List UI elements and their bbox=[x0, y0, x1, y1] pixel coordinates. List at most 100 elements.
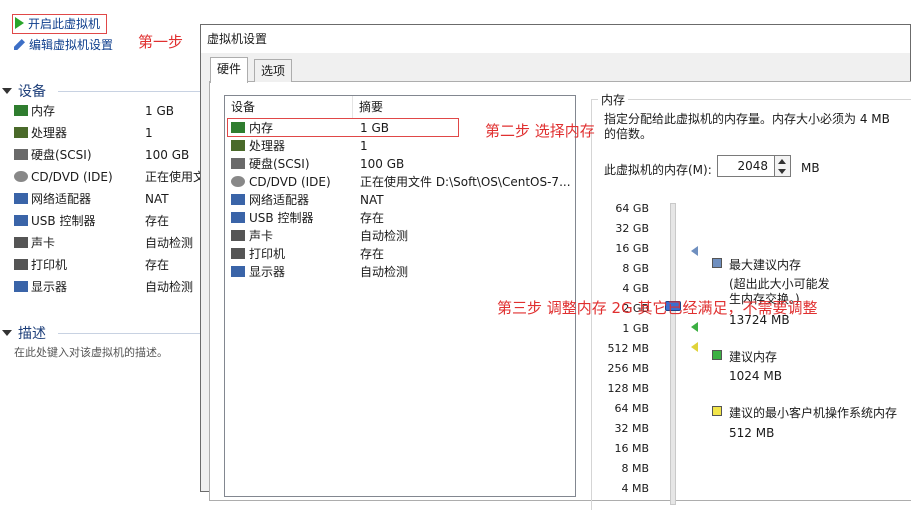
tab-options[interactable]: 选项 bbox=[254, 59, 293, 82]
scale-label: 16 MB bbox=[614, 442, 649, 455]
max-recommended-marker bbox=[691, 246, 698, 256]
vm-device-name: 内存 bbox=[31, 104, 56, 118]
cpu-icon bbox=[231, 140, 245, 151]
device-row-name: 网络适配器 bbox=[249, 193, 310, 207]
display-icon bbox=[231, 266, 245, 277]
vm-device-name: USB 控制器 bbox=[31, 214, 96, 228]
column-header-device[interactable]: 设备 bbox=[225, 96, 353, 118]
scale-label: 32 GB bbox=[615, 222, 649, 235]
guest-min-marker bbox=[691, 342, 698, 352]
scale-label: 64 GB bbox=[615, 202, 649, 215]
devices-section-header[interactable]: 设备 bbox=[2, 81, 203, 101]
play-icon bbox=[15, 17, 24, 29]
memory-slider-track[interactable] bbox=[670, 203, 676, 505]
network-icon bbox=[231, 194, 245, 205]
edit-vm-settings-link[interactable]: 编辑虚拟机设置 bbox=[14, 36, 113, 54]
power-on-vm-link[interactable]: 开启此虚拟机 bbox=[12, 14, 108, 34]
scale-label: 1 GB bbox=[622, 322, 649, 335]
vm-device-name: 显示器 bbox=[31, 280, 68, 294]
device-row-name: 声卡 bbox=[249, 229, 274, 243]
collapse-triangle-icon bbox=[2, 88, 12, 94]
vm-device-name: CD/DVD (IDE) bbox=[31, 170, 113, 184]
device-row-name: 显示器 bbox=[249, 265, 286, 279]
scale-label: 16 GB bbox=[615, 242, 649, 255]
collapse-triangle-icon bbox=[2, 330, 12, 336]
device-row[interactable]: 打印机 存在 bbox=[225, 245, 575, 263]
vm-device-row[interactable]: 内存 1 GB bbox=[14, 100, 214, 122]
spin-down-icon[interactable] bbox=[778, 169, 786, 174]
scale-label: 512 MB bbox=[607, 342, 649, 355]
device-row[interactable]: 硬盘(SCSI) 100 GB bbox=[225, 155, 575, 173]
vm-device-name: 声卡 bbox=[31, 236, 56, 250]
vm-device-row[interactable]: 声卡 自动检测 bbox=[14, 232, 214, 254]
memory-size-input[interactable]: 2048 bbox=[717, 155, 775, 177]
device-row-name: 打印机 bbox=[249, 247, 286, 261]
device-row-summary: NAT bbox=[360, 193, 384, 207]
device-row-summary: 存在 bbox=[360, 211, 385, 225]
vm-device-row[interactable]: USB 控制器 存在 bbox=[14, 210, 214, 232]
device-row[interactable]: 显示器 自动检测 bbox=[225, 263, 575, 281]
description-placeholder[interactable]: 在此处键入对该虚拟机的描述。 bbox=[14, 344, 168, 360]
recommended-value: 1024 MB bbox=[729, 369, 782, 383]
usb-icon bbox=[14, 215, 28, 226]
vm-device-row[interactable]: CD/DVD (IDE) 正在使用文件 bbox=[14, 166, 217, 188]
recommended-marker bbox=[691, 322, 698, 332]
description-section-header[interactable]: 描述 bbox=[2, 323, 203, 343]
max-recommended-swatch bbox=[712, 258, 722, 268]
guest-min-value: 512 MB bbox=[729, 426, 775, 440]
memory-unit: MB bbox=[801, 161, 820, 175]
vm-device-row[interactable]: 处理器 1 bbox=[14, 122, 214, 144]
device-row-name: USB 控制器 bbox=[249, 211, 314, 225]
vm-device-row[interactable]: 显示器 自动检测 bbox=[14, 276, 214, 298]
guest-min-label: 建议的最小客户机操作系统内存 bbox=[729, 406, 898, 420]
disk-icon bbox=[14, 149, 28, 160]
vm-device-row[interactable]: 硬盘(SCSI) 100 GB bbox=[14, 144, 214, 166]
device-row-name: 硬盘(SCSI) bbox=[249, 157, 310, 171]
scale-label: 256 MB bbox=[607, 362, 649, 375]
vm-device-name: 打印机 bbox=[31, 258, 68, 272]
disk-icon bbox=[231, 158, 245, 169]
printer-icon bbox=[231, 248, 245, 259]
device-row[interactable]: CD/DVD (IDE) 正在使用文件 D:\Soft\OS\CentOS-7..… bbox=[225, 173, 575, 191]
vm-device-name: 硬盘(SCSI) bbox=[31, 148, 92, 162]
memory-group-title: 内存 bbox=[598, 91, 629, 108]
vm-device-name: 处理器 bbox=[31, 126, 68, 140]
memory-spinner[interactable] bbox=[775, 155, 791, 177]
device-row-name: CD/DVD (IDE) bbox=[249, 175, 331, 189]
device-row[interactable]: 声卡 自动检测 bbox=[225, 227, 575, 245]
device-row[interactable]: USB 控制器 存在 bbox=[225, 209, 575, 227]
annotation-step1: 第一步 bbox=[138, 33, 184, 51]
dialog-title: 虚拟机设置 bbox=[201, 25, 910, 53]
scale-label: 8 GB bbox=[622, 262, 649, 275]
device-row-summary: 1 bbox=[360, 139, 368, 153]
network-icon bbox=[14, 193, 28, 204]
memory-icon bbox=[14, 105, 28, 116]
column-header-summary[interactable]: 摘要 bbox=[353, 96, 575, 118]
device-row-summary: 自动检测 bbox=[360, 265, 409, 279]
section-divider bbox=[58, 91, 203, 92]
device-row-summary: 100 GB bbox=[360, 157, 405, 171]
tab-hardware[interactable]: 硬件 bbox=[210, 57, 249, 83]
usb-icon bbox=[231, 212, 245, 223]
selection-highlight-box bbox=[227, 118, 459, 137]
recommended-swatch bbox=[712, 350, 722, 360]
spin-up-icon[interactable] bbox=[778, 159, 786, 164]
max-recommended-label: 最大建议内存 bbox=[729, 258, 802, 272]
vm-device-row[interactable]: 网络适配器 NAT bbox=[14, 188, 214, 210]
scale-label: 8 MB bbox=[621, 462, 649, 475]
cdrom-icon bbox=[14, 171, 28, 182]
device-row[interactable]: 网络适配器 NAT bbox=[225, 191, 575, 209]
vm-device-row[interactable]: 打印机 存在 bbox=[14, 254, 214, 276]
device-row-summary: 自动检测 bbox=[360, 229, 409, 243]
memory-input-label: 此虚拟机的内存(M): bbox=[604, 163, 712, 177]
memory-description: 指定分配给此虚拟机的内存量。内存大小必须为 4 MB 的倍数。 bbox=[604, 112, 890, 141]
sound-icon bbox=[231, 230, 245, 241]
device-list[interactable]: 设备 摘要 内存 1 GB 处理器 1 硬盘(SCSI) 100 GB CD/DVD (ID… bbox=[224, 95, 576, 497]
vm-settings-dialog: 虚拟机设置 硬件 选项 设备 摘要 内存 1 GB 处理器 1 硬盘(SCSI) 100 … bbox=[200, 24, 911, 510]
annotation-step3: 第三步 调整内存 2G 其它已经满足，不需要调整 bbox=[497, 299, 818, 317]
recommended-label: 建议内存 bbox=[729, 350, 778, 364]
pencil-icon bbox=[14, 39, 25, 50]
device-row-name: 处理器 bbox=[249, 139, 286, 153]
annotation-step2: 第二步 选择内存 bbox=[485, 122, 595, 140]
printer-icon bbox=[14, 259, 28, 270]
